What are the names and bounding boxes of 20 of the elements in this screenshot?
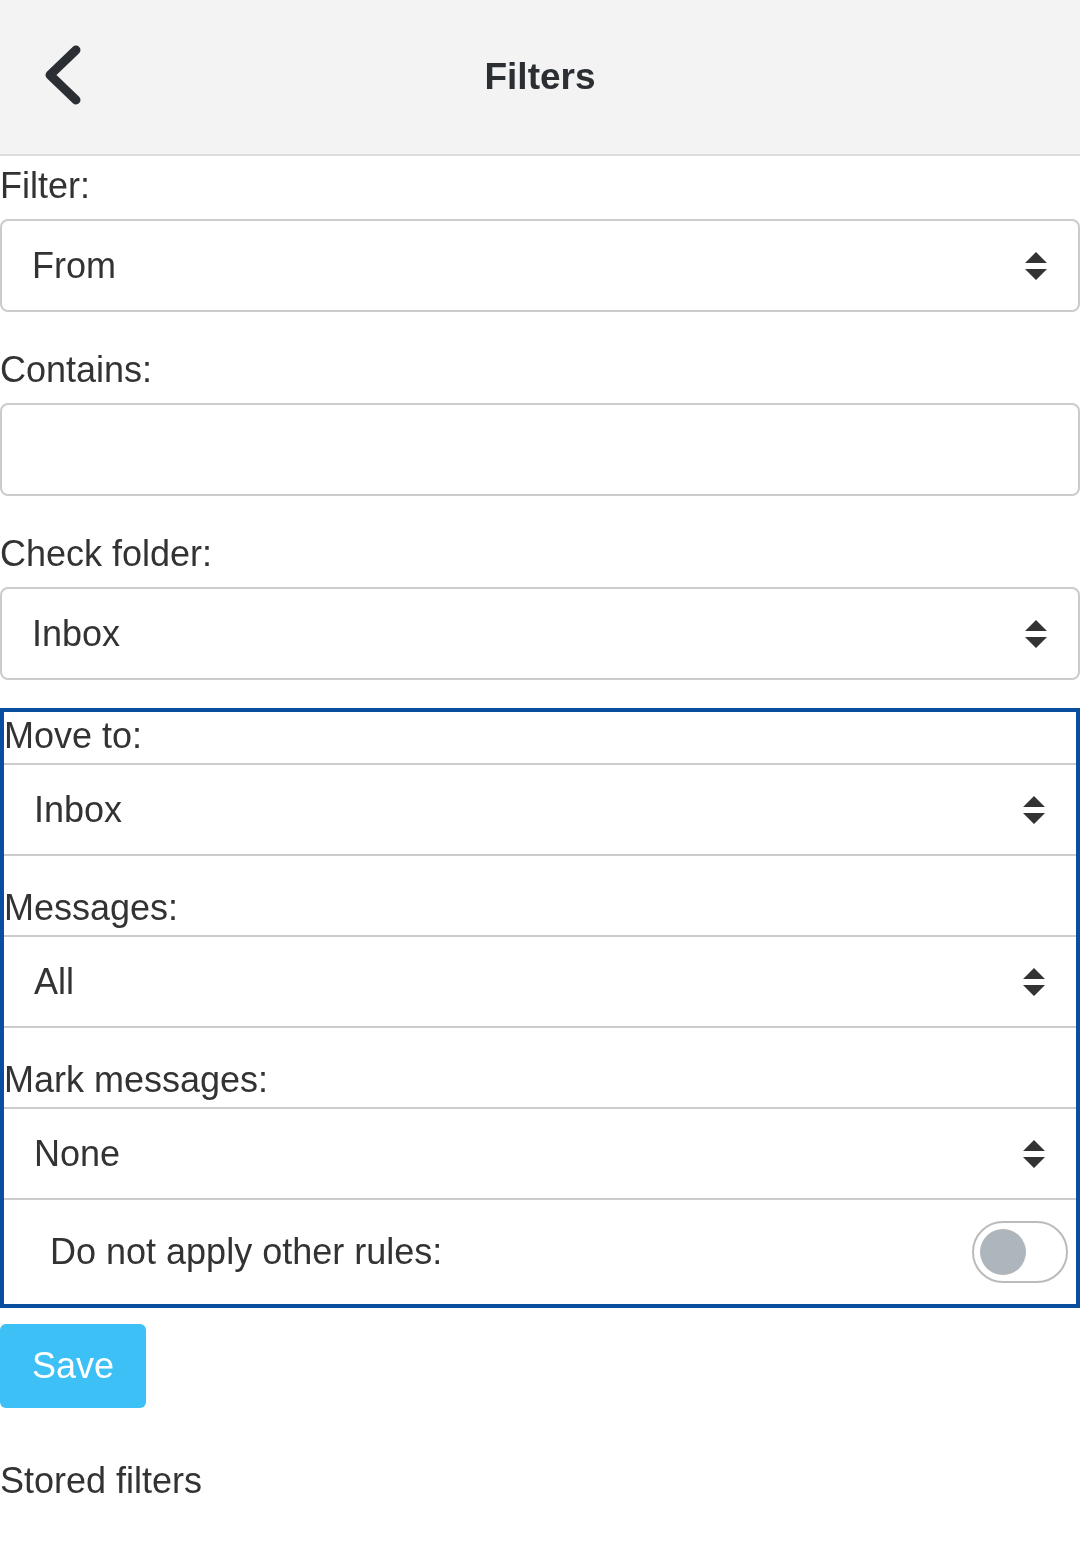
select-field[interactable]: Inbox <box>0 587 1080 680</box>
field-label: Filter: <box>0 164 90 208</box>
field-label: Contains: <box>0 348 153 392</box>
up-down-arrows-icon <box>1022 1138 1046 1169</box>
field-label: Move to: <box>4 714 143 758</box>
page-title: Filters <box>484 55 596 100</box>
select-field[interactable]: Inbox <box>4 763 1076 856</box>
input-field[interactable] <box>0 403 1080 496</box>
select-field[interactable]: From <box>0 219 1080 312</box>
section-title: Stored filters <box>0 1459 203 1503</box>
up-down-arrows-icon <box>1022 794 1046 825</box>
field-label: Messages: <box>4 886 179 930</box>
up-down-arrows-icon <box>1024 250 1048 281</box>
toggle-label: Do not apply other rules: <box>50 1230 443 1274</box>
up-down-arrows-icon <box>1024 618 1048 649</box>
field-label: Check folder: <box>0 532 213 576</box>
select-field[interactable]: All <box>4 935 1076 1028</box>
up-down-arrows-icon <box>1022 966 1046 997</box>
select-field[interactable]: None <box>4 1107 1076 1200</box>
field-label: Mark messages: <box>4 1058 269 1102</box>
